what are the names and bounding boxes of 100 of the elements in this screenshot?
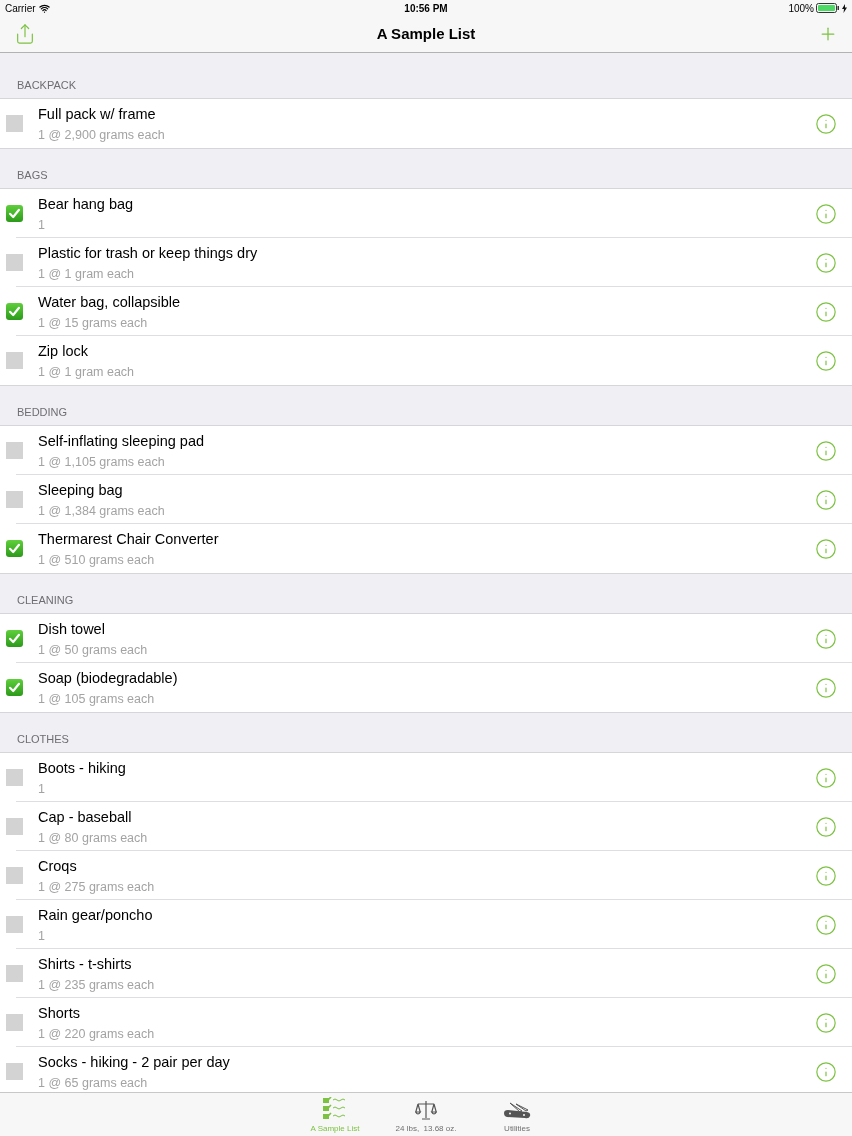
- info-button[interactable]: [815, 1060, 837, 1083]
- knife-icon: [502, 1101, 532, 1121]
- unchecked-checkbox[interactable]: [6, 115, 23, 132]
- info-button[interactable]: [815, 439, 837, 462]
- item-detail: 1 @ 1,105 grams each: [38, 454, 165, 470]
- checked-checkbox-icon[interactable]: [6, 540, 23, 557]
- info-icon: [815, 913, 837, 936]
- item-name: Bear hang bag: [38, 195, 134, 214]
- info-icon: [815, 349, 837, 372]
- info-button[interactable]: [815, 676, 837, 699]
- info-button[interactable]: [815, 766, 837, 789]
- status-time: 10:56 PM: [404, 1, 448, 16]
- info-icon: [815, 864, 837, 887]
- item-detail: 1: [38, 781, 45, 797]
- info-button[interactable]: [815, 962, 837, 985]
- scale-icon: [415, 1099, 437, 1121]
- tab-button[interactable]: Utilities: [471, 1093, 563, 1136]
- item-name: Water bag, collapsible: [38, 293, 181, 312]
- item-detail: 1 @ 1,384 grams each: [38, 503, 165, 519]
- info-icon: [815, 202, 837, 225]
- checked-checkbox-icon[interactable]: [6, 679, 23, 696]
- info-button[interactable]: [815, 488, 837, 511]
- section-header: BAGS: [17, 169, 48, 182]
- unchecked-checkbox[interactable]: [6, 442, 23, 459]
- info-button[interactable]: [815, 864, 837, 887]
- section-header: CLOTHES: [17, 733, 69, 746]
- unchecked-checkbox[interactable]: [6, 916, 23, 933]
- info-button[interactable]: [815, 112, 837, 135]
- unchecked-checkbox[interactable]: [6, 491, 23, 508]
- item-name: Boots - hiking: [38, 759, 126, 778]
- battery-icon: [816, 3, 840, 13]
- item-detail: 1 @ 65 grams each: [38, 1075, 148, 1091]
- unchecked-checkbox[interactable]: [6, 254, 23, 271]
- item-name: Cap - baseball: [38, 808, 132, 827]
- info-button[interactable]: [815, 913, 837, 936]
- item-name: Self-inflating sleeping pad: [38, 432, 205, 451]
- info-icon: [815, 112, 837, 135]
- item-name: Socks - hiking - 2 pair per day: [38, 1053, 230, 1072]
- info-icon: [815, 439, 837, 462]
- section-header: BACKPACK: [17, 79, 77, 92]
- share-icon: [14, 23, 36, 45]
- info-button[interactable]: [815, 815, 837, 838]
- item-detail: 1: [38, 217, 45, 233]
- info-icon: [815, 676, 837, 699]
- unchecked-checkbox[interactable]: [6, 1063, 23, 1080]
- item-name: Croqs: [38, 857, 77, 876]
- checked-checkbox-icon[interactable]: [6, 303, 23, 320]
- info-icon: [815, 1060, 837, 1083]
- item-name: Rain gear/poncho: [38, 906, 153, 925]
- item-name: Zip lock: [38, 342, 88, 361]
- tab-button[interactable]: 24 lbs, 13.68 oz.: [380, 1093, 472, 1136]
- item-detail: 1 @ 220 grams each: [38, 1026, 155, 1042]
- item-name: Shorts: [38, 1004, 80, 1023]
- info-button[interactable]: [815, 1011, 837, 1034]
- item-name: Dish towel: [38, 620, 105, 639]
- info-icon: [815, 488, 837, 511]
- unchecked-checkbox[interactable]: [6, 1014, 23, 1031]
- item-detail: 1 @ 15 grams each: [38, 315, 148, 331]
- charging-bolt-icon: [842, 3, 847, 13]
- nav-title: A Sample List: [376, 23, 476, 44]
- info-icon: [815, 627, 837, 650]
- info-button[interactable]: [815, 251, 837, 274]
- item-detail: 1 @ 2,900 grams each: [38, 127, 165, 143]
- wifi-icon: [38, 2, 50, 14]
- item-detail: 1 @ 1 gram each: [38, 364, 135, 380]
- item-detail: 1 @ 1 gram each: [38, 266, 135, 282]
- checked-checkbox-icon[interactable]: [6, 630, 23, 647]
- info-button[interactable]: [815, 627, 837, 650]
- info-button[interactable]: [815, 537, 837, 560]
- checked-checkbox-icon[interactable]: [6, 205, 23, 222]
- checklist-icon: [322, 1097, 348, 1121]
- section-header: CLEANING: [17, 594, 74, 607]
- item-name: Sleeping bag: [38, 481, 123, 500]
- unchecked-checkbox[interactable]: [6, 965, 23, 982]
- item-name: Soap (biodegradable): [38, 669, 178, 688]
- unchecked-checkbox[interactable]: [6, 352, 23, 369]
- item-name: Plastic for trash or keep things dry: [38, 244, 258, 263]
- item-detail: 1 @ 50 grams each: [38, 642, 148, 658]
- info-icon: [815, 537, 837, 560]
- item-name: Thermarest Chair Converter: [38, 530, 219, 549]
- item-detail: 1 @ 80 grams each: [38, 830, 148, 846]
- info-icon: [815, 300, 837, 323]
- item-detail: 1 @ 105 grams each: [38, 691, 155, 707]
- section-header: BEDDING: [17, 406, 68, 419]
- battery-percent: 100%: [788, 1, 814, 16]
- carrier-label: Carrier: [5, 1, 36, 16]
- info-icon: [815, 766, 837, 789]
- item-detail: 1 @ 235 grams each: [38, 977, 155, 993]
- info-button[interactable]: [815, 349, 837, 372]
- unchecked-checkbox[interactable]: [6, 867, 23, 884]
- info-button[interactable]: [815, 202, 837, 225]
- info-icon: [815, 251, 837, 274]
- item-name: Full pack w/ frame: [38, 105, 156, 124]
- info-icon: [815, 1011, 837, 1034]
- item-detail: 1 @ 510 grams each: [38, 552, 155, 568]
- info-button[interactable]: [815, 300, 837, 323]
- unchecked-checkbox[interactable]: [6, 818, 23, 835]
- unchecked-checkbox[interactable]: [6, 769, 23, 786]
- item-detail: 1 @ 275 grams each: [38, 879, 155, 895]
- share-button[interactable]: [14, 23, 36, 45]
